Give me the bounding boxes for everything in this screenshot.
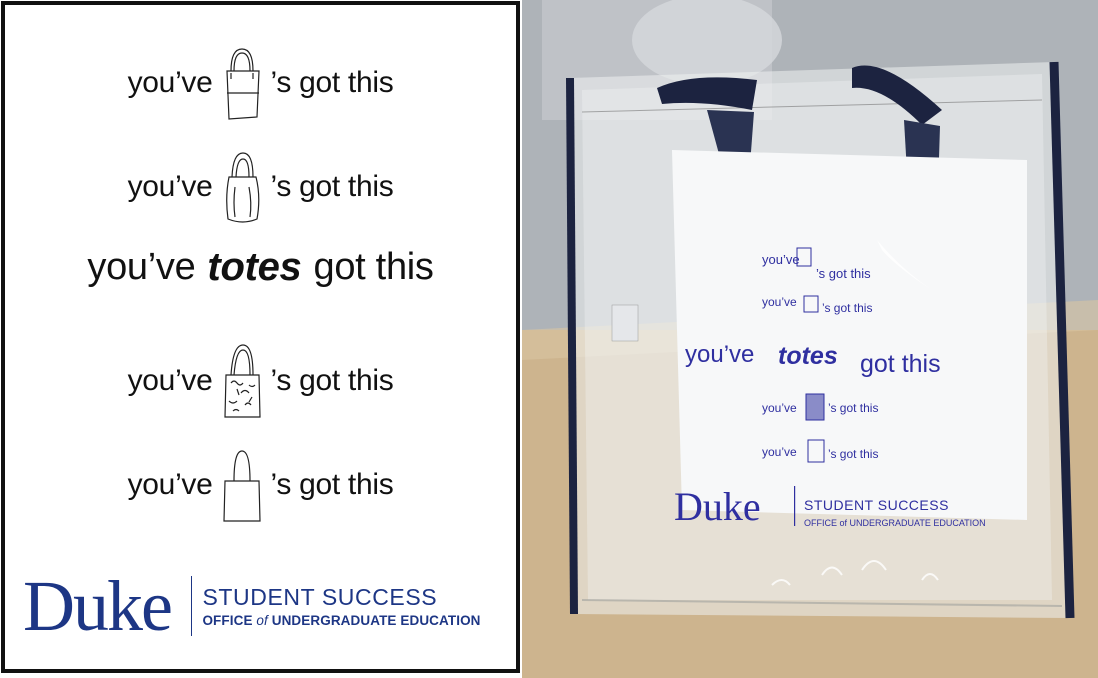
logo-divider xyxy=(190,576,193,636)
slogan-bold-word: totes xyxy=(207,245,302,289)
bag-line-3-before: you’ve xyxy=(685,341,754,368)
slogan-before: you’ve xyxy=(127,170,213,203)
bag-line-1-before: you’ve xyxy=(762,252,800,267)
bag-line-1-after: ’s got this xyxy=(816,266,871,281)
bag-line-3-after: got this xyxy=(860,350,941,378)
bag-line-3-bold: totes xyxy=(778,342,838,370)
logo-text: STUDENT SUCCESS OFFICE of UNDERGRADUATE … xyxy=(202,584,480,628)
slogan-after: ’s got this xyxy=(270,170,394,203)
logo-office-of: of xyxy=(256,613,268,628)
slogan-line-1: you’ve ’s got this xyxy=(5,43,516,123)
bag-photo-illustration: you’ve ’s got this you’ve ’s got this yo… xyxy=(522,0,1098,678)
bag-tag-label xyxy=(611,304,639,342)
slogan-before: you’ve xyxy=(127,66,213,99)
slogan-before: you’ve xyxy=(127,468,213,501)
logo-office-post: UNDERGRADUATE EDUCATION xyxy=(267,613,481,628)
tote-bag-structured-icon xyxy=(219,43,265,123)
slogan-line-4: you’ve ’s got this xyxy=(5,341,516,421)
slogan-after: ’s got this xyxy=(270,468,394,501)
slogan-line-3: you’ve totes got this xyxy=(5,245,516,290)
bag-line-4-before: you’ve xyxy=(762,401,797,415)
bag-line-5-after: ’s got this xyxy=(828,447,878,461)
tote-bag-slouchy-icon xyxy=(219,147,265,227)
slogan-line-2: you’ve ’s got this xyxy=(5,147,516,227)
slogan-after: ’s got this xyxy=(270,66,394,99)
bag-tote-icon-4 xyxy=(805,393,825,421)
design-panel: you’ve ’s got this you’ve ’s got this yo… xyxy=(1,1,520,673)
duke-wordmark: Duke xyxy=(23,566,173,646)
tote-bag-patterned-icon xyxy=(219,341,265,421)
slogan-before: you’ve xyxy=(87,246,196,288)
logo-office: OFFICE of UNDERGRADUATE EDUCATION xyxy=(202,613,480,628)
slogan-line-5: you’ve ’s got this xyxy=(5,445,516,525)
slogan-before: you’ve xyxy=(127,364,213,397)
logo-office-pre: OFFICE xyxy=(202,613,257,628)
bag-duke-wordmark: Duke xyxy=(674,484,761,529)
bag-photo: you’ve ’s got this you’ve ’s got this yo… xyxy=(522,0,1098,678)
slogan-after: ’s got this xyxy=(270,364,394,397)
bag-line-4-after: ’s got this xyxy=(828,401,878,415)
duke-student-success-logo: Duke STUDENT SUCCESS OFFICE of UNDERGRAD… xyxy=(23,566,481,646)
bag-line-5-before: you’ve xyxy=(762,445,797,459)
bag-logo-line1: STUDENT SUCCESS xyxy=(804,497,949,513)
inserted-card xyxy=(672,150,1027,520)
logo-student-success: STUDENT SUCCESS xyxy=(202,584,438,610)
bag-logo-divider xyxy=(794,486,796,526)
bag-left-binding xyxy=(566,77,578,615)
slogan-after: got this xyxy=(313,246,434,288)
tote-bag-plain-icon xyxy=(219,445,265,525)
bag-line-2-after: ’s got this xyxy=(822,301,872,315)
bag-logo-line2: OFFICE of UNDERGRADUATE EDUCATION xyxy=(804,518,986,528)
bag-line-2-before: you’ve xyxy=(762,295,797,309)
